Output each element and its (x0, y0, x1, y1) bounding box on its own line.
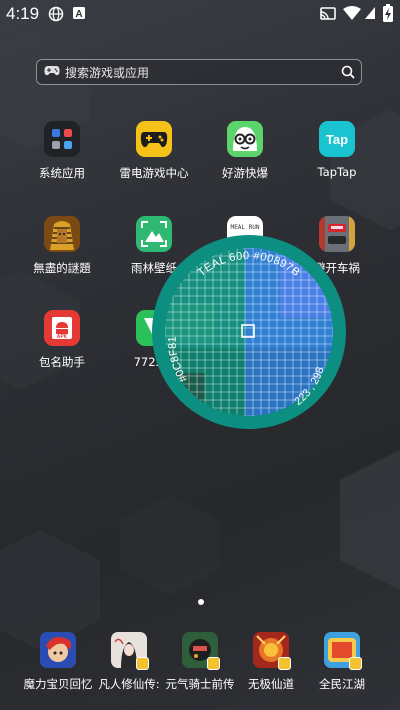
dock-app-quanmin-jianghu[interactable]: 全民江湖 (302, 632, 382, 702)
download-badge (207, 657, 220, 670)
globe-icon (48, 6, 64, 22)
color-picker-magnifier[interactable]: TEAL 600 #00897B #0C8F81 223 , 298 (150, 233, 348, 431)
app-label: TapTap (317, 165, 357, 179)
quanmin-jianghu-icon (324, 632, 362, 670)
status-bar: 4:19 A (0, 0, 400, 28)
svg-text:A: A (75, 9, 82, 20)
fanren-game-icon (111, 632, 149, 670)
app-label: 無盡的謎題 (33, 261, 91, 275)
leidian-game-icon (136, 121, 172, 157)
crossgate-game-icon (40, 632, 76, 668)
app-taptap[interactable]: Tap TapTap (297, 121, 377, 191)
taptap-icon: Tap (319, 121, 355, 157)
battery-charging-icon (383, 4, 393, 22)
folder-icon (44, 121, 80, 157)
app-label: 雷电游戏中心 (119, 166, 189, 180)
search-placeholder: 搜索游戏或应用 (65, 66, 150, 80)
search-bar[interactable]: 搜索游戏或应用 (36, 59, 362, 85)
download-badge (278, 657, 291, 670)
app-label: 全民江湖 (319, 677, 365, 691)
clock: 4:19 (6, 4, 40, 23)
meal-run-icon-text: MEAL RUN (231, 224, 260, 231)
cast-icon (320, 7, 336, 20)
apk-android-icon: APK (44, 310, 80, 346)
haoyou-face-icon (227, 121, 263, 157)
wuji-xiandao-icon (253, 632, 291, 670)
keyboard-a-icon: A (73, 7, 85, 20)
page-indicator-dot (198, 599, 204, 605)
soul-knight-icon (182, 632, 220, 670)
wifi-icon (343, 6, 361, 20)
app-label: 好游快爆 (222, 166, 268, 180)
app-leidian-game-center[interactable]: 雷电游戏中心 (114, 121, 194, 191)
app-endless-puzzle[interactable]: 無盡的謎題 (22, 216, 102, 286)
taptap-icon-text: Tap (326, 132, 348, 147)
search-icon[interactable] (341, 65, 355, 79)
download-badge (349, 657, 362, 670)
app-label: 系统应用 (39, 166, 85, 180)
download-badge (136, 657, 149, 670)
app-system-apps[interactable]: 系统应用 (22, 121, 102, 191)
app-label: 包名助手 (39, 355, 85, 369)
apk-icon-text: APK (57, 334, 68, 340)
gamepad-icon (44, 66, 60, 76)
app-package-helper[interactable]: APK 包名助手 (22, 310, 102, 380)
pharaoh-icon (44, 216, 80, 252)
signal-icon (365, 7, 375, 19)
app-haoyou-kuaibao[interactable]: 好游快爆 (205, 121, 285, 191)
